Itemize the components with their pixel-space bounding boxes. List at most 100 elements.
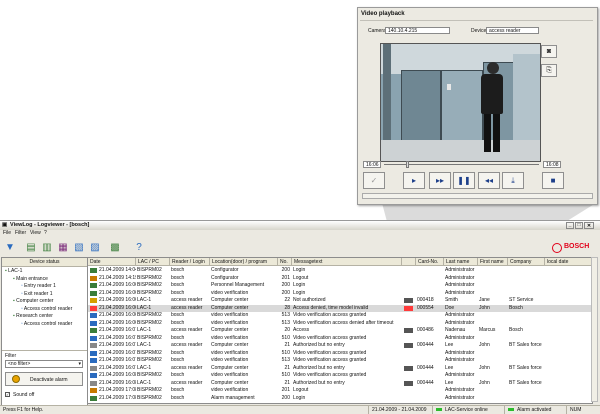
table-row[interactable]: 21.04.2009 16:07:38BISPRM02 bosch video ve… (88, 350, 592, 357)
column-header[interactable]: Reader / Login (170, 258, 210, 266)
archive-icon[interactable]: ▨ (88, 241, 102, 255)
close-button[interactable]: ✕ (584, 222, 594, 229)
report-icon[interactable]: ▤ (24, 241, 38, 255)
rewind-button[interactable]: ◂◂ (478, 172, 500, 189)
deactivate-alarm-button[interactable]: Deactivate alarm (5, 372, 83, 386)
table-row[interactable]: 21.04.2009 16:06:31LAC-1 access reader Com… (88, 297, 592, 304)
download-button[interactable]: ⤓ (502, 172, 524, 189)
column-header[interactable]: Card-No. (416, 258, 444, 266)
menu-filter[interactable]: Filter (15, 230, 26, 237)
table-row[interactable]: 21.04.2009 16:06:50BISPRM02 bosch video ve… (88, 320, 592, 327)
table-cell: John (479, 342, 490, 348)
table-row[interactable]: 21.04.2009 16:06:35LAC-1 access reader Com… (88, 304, 592, 312)
tree-node[interactable]: ▪ Research center (13, 313, 53, 319)
event-log-table: Date LAC / PC Reader / Login Location(door)… (87, 257, 593, 404)
table-row[interactable]: 21.04.2009 16:06:22BISPRM02 bosch video ve… (88, 290, 592, 297)
table-scrollbar[interactable] (591, 257, 598, 402)
download-icon: ⤓ (511, 175, 515, 185)
table-row[interactable]: 21.04.2009 16:06:04BISPRM02 bosch Personne… (88, 282, 592, 289)
tree-node[interactable]: ▪ Computer center (13, 298, 53, 304)
table-cell: video verification (211, 387, 249, 393)
table-cell (402, 267, 416, 274)
column-header[interactable]: Location(door) / program (210, 258, 278, 266)
deactivate-alarm-label: Deactivate alarm (30, 377, 68, 383)
table-row[interactable]: 21.04.2009 16:06:38BISPRM02 bosch video ve… (88, 312, 592, 319)
table-row[interactable]: 21.04.2009 16:07:03LAC-1 access reader Com… (88, 327, 592, 334)
table-cell: BISPRM02 (137, 267, 162, 273)
play-button[interactable]: ▸ (403, 172, 425, 189)
tree-node[interactable]: ▫ Access control reader (21, 306, 72, 312)
menu-help[interactable]: ? (44, 230, 47, 237)
tree-node[interactable]: ▫ Access control reader (21, 321, 72, 327)
column-header[interactable]: Date (88, 258, 136, 266)
column-header[interactable] (402, 258, 416, 266)
table-cell (478, 395, 508, 402)
table-cell: BISPRM02 (137, 349, 162, 356)
fast-forward-button[interactable]: ▸▸ (429, 172, 451, 189)
event-type-icon (90, 335, 97, 341)
table-row[interactable]: 21.04.2009 14:19:33BISPRM02 bosch Configur… (88, 275, 592, 282)
print-icon[interactable]: ▦ (56, 241, 70, 255)
tree-node-label: Access control reader (23, 305, 73, 312)
table-row[interactable]: 21.04.2009 16:07:58LAC-1 access reader Com… (88, 365, 592, 372)
export-button[interactable]: ⎘ (541, 64, 557, 77)
table-cell: 200 (281, 282, 290, 288)
column-header[interactable]: Company (508, 258, 545, 266)
table-cell: LAC-1 (137, 304, 152, 311)
table-row[interactable]: 21.04.2009 16:07:51BISPRM02 bosch video ve… (88, 357, 592, 364)
timeline-handle[interactable] (406, 161, 409, 168)
filter-icon[interactable]: ▼ (3, 241, 17, 255)
table-cell: BISPRM02 (137, 334, 162, 341)
folder-icon[interactable]: ▧ (72, 241, 86, 255)
sound-off-checkbox[interactable]: ✓ (5, 392, 10, 397)
table-row[interactable]: 21.04.2009 16:07:23LAC-1 access reader Com… (88, 342, 592, 349)
play-icon: ▸ (411, 176, 416, 185)
table-cell (402, 282, 416, 289)
table-row[interactable]: 21.04.2009 14:04:49BISPRM02 bosch Configur… (88, 267, 592, 274)
table-cell: Computer center (211, 379, 249, 386)
tree-node[interactable]: ▫ Exit reader 1 (21, 291, 53, 297)
pause-button[interactable]: ❚❚ (453, 172, 475, 189)
camera-field[interactable]: 140.10.4.215 (385, 27, 450, 34)
table-cell: Administrator (445, 282, 475, 288)
minimize-button[interactable]: _ (566, 222, 574, 229)
export-log-icon[interactable]: ▥ (40, 241, 54, 255)
device-field[interactable]: access reader (486, 27, 539, 34)
tree-node[interactable]: ▪ Main entrance (13, 276, 48, 282)
table-cell (478, 320, 508, 327)
refresh-icon[interactable]: ▩ (108, 241, 122, 255)
column-header[interactable]: Last name (444, 258, 478, 266)
table-row[interactable]: 21.04.2009 16:07:07BISPRM02 bosch video ve… (88, 335, 592, 342)
filter-select[interactable]: <no filter> ▾ (5, 360, 83, 368)
table-cell (545, 342, 592, 349)
table-cell: BT Sales force (509, 342, 542, 348)
column-header[interactable]: Messagetext (292, 258, 402, 266)
time-end-field[interactable]: 16:08 (543, 161, 561, 168)
column-header[interactable]: LAC / PC (136, 258, 170, 266)
column-header[interactable]: local date (545, 258, 592, 266)
table-cell (416, 275, 444, 282)
maximize-button[interactable]: □ (575, 222, 583, 229)
event-type-icon (90, 320, 97, 326)
video-frame[interactable] (380, 43, 541, 162)
table-cell (478, 275, 508, 282)
table-row[interactable]: 21.04.2009 17:08:24BISPRM02 bosch Alarm ma… (88, 395, 592, 402)
help-icon[interactable]: ? (132, 241, 146, 255)
table-row[interactable]: 21.04.2009 16:08:04LAC-1 access reader Com… (88, 380, 592, 387)
confirm-button[interactable]: ✓ (363, 172, 385, 189)
time-start-field[interactable]: 16:06 (363, 161, 381, 168)
column-header[interactable]: No. (278, 258, 292, 266)
table-cell: Doe (445, 304, 455, 311)
table-cell: Administrator (445, 289, 475, 296)
menu-file[interactable]: File (3, 230, 11, 237)
snapshot-button[interactable]: ◙ (541, 45, 557, 58)
table-row[interactable]: 21.04.2009 16:08:13BISPRM02 bosch video ve… (88, 372, 592, 379)
tree-node[interactable]: ▫ Entry reader 1 (21, 283, 56, 289)
table-cell: 513 (281, 357, 290, 363)
stop-button[interactable]: ■ (542, 172, 564, 189)
menu-view[interactable]: View (30, 230, 41, 237)
table-row[interactable]: 21.04.2009 17:08:20BISPRM02 bosch video ve… (88, 387, 592, 394)
tree-node[interactable]: ▪ LAC-1 (5, 268, 22, 274)
column-header[interactable]: First name (478, 258, 508, 266)
table-cell (508, 350, 545, 357)
